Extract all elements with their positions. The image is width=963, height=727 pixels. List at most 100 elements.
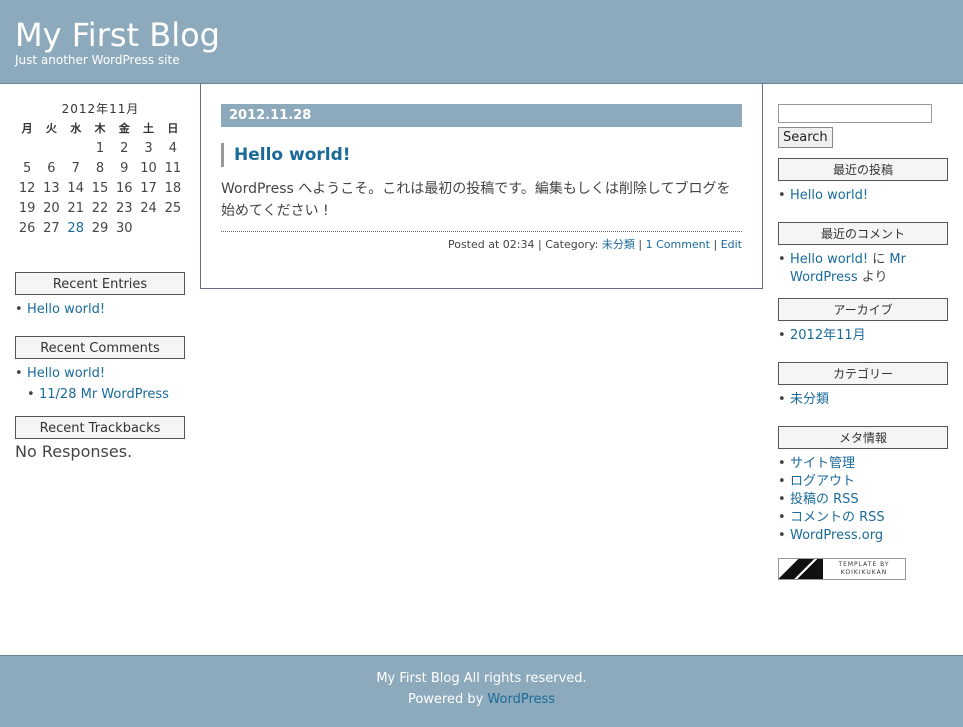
- comment-post-link[interactable]: Hello world!: [790, 252, 868, 267]
- badge-text: TEMPLATE BY KOIKIKUKAN: [823, 561, 905, 577]
- archive-link[interactable]: 2012年11月: [790, 328, 866, 343]
- list-item: 未分類: [778, 391, 948, 409]
- posts-rss-link[interactable]: 投稿の RSS: [790, 492, 859, 507]
- badge-line-1: TEMPLATE BY: [838, 561, 890, 568]
- calendar-day: 29: [91, 220, 109, 236]
- search-input[interactable]: [778, 104, 932, 123]
- calendar-day: 8: [95, 160, 105, 176]
- list-item: WordPress.org: [778, 527, 948, 545]
- list-item: 2012年11月: [778, 327, 948, 345]
- list-item: ログアウト: [778, 473, 948, 491]
- calendar-day: 26: [18, 220, 36, 236]
- calendar-weekday: 日: [167, 122, 179, 135]
- recent-posts-title: 最近の投稿: [778, 158, 948, 181]
- calendar-day: 17: [140, 180, 157, 196]
- calendar-day: 19: [18, 200, 36, 216]
- calendar-day-link[interactable]: 28: [67, 221, 84, 236]
- calendar-day: 18: [164, 180, 182, 196]
- comments-link[interactable]: 1 Comment: [646, 238, 710, 251]
- meta-title: メタ情報: [778, 426, 948, 449]
- right-sidebar: Search 最近の投稿 Hello world! 最近のコメント Hello …: [778, 104, 948, 580]
- recent-comments-list: Hello world! 11/28 Mr WordPress: [15, 365, 185, 404]
- archives-title: アーカイブ: [778, 298, 948, 321]
- badge-image: [779, 559, 823, 579]
- recent-comment-post-link[interactable]: Hello world!: [27, 366, 105, 381]
- calendar-day: 3: [144, 140, 153, 156]
- recent-trackbacks-title: Recent Trackbacks: [15, 416, 185, 439]
- recent-entry-link[interactable]: Hello world!: [27, 302, 105, 317]
- calendar-day: 11: [164, 160, 182, 176]
- recent-entries-list: Hello world!: [15, 301, 185, 319]
- calendar: 月火水木金土日 1 2 3 4 5 6 7 8 9 10 11 12 13 14 15 16 17 18 19 20 2…: [15, 118, 185, 238]
- calendar-week-row: 1234: [15, 138, 185, 158]
- post-meta: Posted at 02:34 | Category: 未分類 | 1 Comm…: [448, 236, 742, 252]
- post-title-link[interactable]: Hello world!: [234, 145, 351, 165]
- post-body: WordPress へようこそ。これは最初の投稿です。編集もしくは削除してブログ…: [221, 181, 731, 219]
- recent-comments-sublist: 11/28 Mr WordPress: [27, 386, 185, 404]
- calendar-day: 16: [115, 180, 133, 196]
- wordpress-org-link[interactable]: WordPress.org: [790, 528, 883, 543]
- list-item: Hello world!: [15, 301, 185, 319]
- calendar-day: 5: [23, 160, 32, 176]
- calendar-caption: 2012年11月: [61, 102, 140, 116]
- comment-suffix: より: [857, 270, 888, 285]
- category-link[interactable]: 未分類: [602, 238, 635, 251]
- meta-list: サイト管理 ログアウト 投稿の RSS コメントの RSS WordPress.…: [778, 455, 948, 545]
- category-link[interactable]: 未分類: [790, 392, 829, 407]
- calendar-day: 22: [91, 200, 109, 216]
- logout-link[interactable]: ログアウト: [790, 474, 855, 489]
- calendar-day: 20: [43, 200, 60, 216]
- recent-entries-title: Recent Entries: [15, 272, 185, 295]
- list-item: Hello world!: [778, 187, 948, 205]
- site-title-link[interactable]: My First Blog: [15, 16, 220, 54]
- site-footer: My First Blog All rights reserved. Power…: [0, 655, 963, 727]
- main-content: 2012.11.28 Hello world! WordPress へようこそ。…: [200, 83, 763, 289]
- list-item: サイト管理: [778, 455, 948, 473]
- calendar-week-row: 26 27 28 29 30: [15, 218, 185, 238]
- template-badge[interactable]: TEMPLATE BY KOIKIKUKAN: [778, 558, 906, 580]
- calendar-day: 27: [43, 220, 60, 236]
- categories-title: カテゴリー: [778, 362, 948, 385]
- calendar-day: 15: [91, 180, 109, 196]
- recent-comments-jp-title: 最近のコメント: [778, 222, 948, 245]
- list-item: Hello world! に Mr WordPress より: [778, 251, 948, 287]
- calendar-weekday: 火: [45, 122, 57, 135]
- post-time: Posted at 02:34: [447, 238, 535, 251]
- archives-list: 2012年11月: [778, 327, 948, 345]
- calendar-day: 21: [67, 200, 84, 216]
- calendar-day: 25: [164, 200, 182, 216]
- list-item: Hello world! 11/28 Mr WordPress: [15, 365, 185, 404]
- edit-link[interactable]: Edit: [721, 238, 742, 251]
- list-item: 11/28 Mr WordPress: [27, 386, 185, 404]
- meta-separator: |: [638, 238, 643, 251]
- recent-comments-title: Recent Comments: [15, 336, 185, 359]
- calendar-day: 4: [168, 140, 177, 156]
- categories-list: 未分類: [778, 391, 948, 409]
- calendar-day: 9: [120, 160, 129, 176]
- calendar-day: 28: [64, 218, 88, 238]
- calendar-day: 13: [43, 180, 60, 196]
- badge-line-2: KOIKIKUKAN: [840, 569, 888, 576]
- wordpress-link[interactable]: WordPress: [487, 692, 555, 707]
- site-admin-link[interactable]: サイト管理: [790, 456, 855, 471]
- calendar-day: 1: [95, 140, 105, 156]
- footer-rights: My First Blog All rights reserved.: [376, 671, 587, 686]
- calendar-day: [39, 138, 63, 158]
- calendar-weekday: 水: [70, 122, 82, 135]
- calendar-day: 2: [120, 140, 129, 156]
- post-title: Hello world!: [221, 143, 351, 167]
- calendar-weekday-row: 月火水木金土日: [15, 118, 185, 138]
- recent-comment-link[interactable]: 11/28 Mr WordPress: [39, 387, 169, 402]
- recent-posts-list: Hello world!: [778, 187, 948, 205]
- no-responses-text: No Responses.: [15, 442, 133, 461]
- search-button[interactable]: Search: [778, 127, 833, 148]
- calendar-weekday: 金: [118, 122, 130, 135]
- comments-rss-link[interactable]: コメントの RSS: [790, 510, 885, 525]
- list-item: コメントの RSS: [778, 509, 948, 527]
- calendar-day: [136, 218, 160, 238]
- calendar-day: [15, 138, 39, 158]
- left-sidebar: 2012年11月 月火水木金土日 1 2 3 4 5 6 7 8 9 10 11 12 13 14 15 16…: [15, 100, 185, 461]
- powered-prefix: Powered by: [407, 692, 488, 707]
- category-label: Category:: [545, 238, 599, 251]
- recent-post-link[interactable]: Hello world!: [790, 188, 868, 203]
